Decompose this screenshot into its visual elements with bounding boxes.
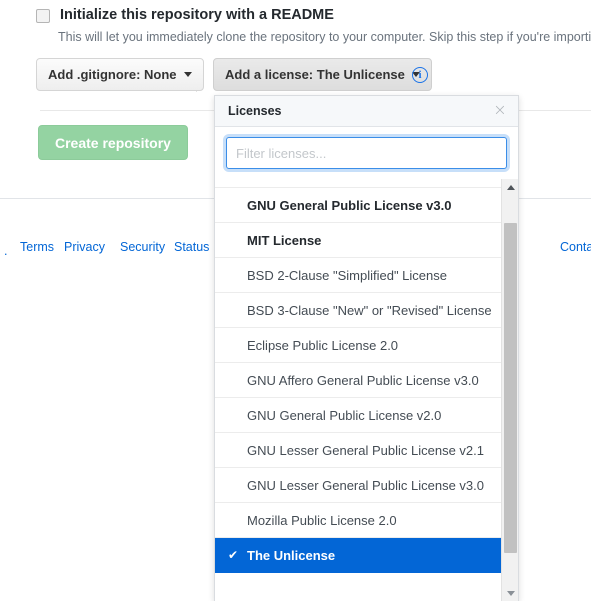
license-list-item[interactable]: ✔ The Unlicense	[215, 538, 503, 573]
footer-link-status[interactable]: Status	[174, 240, 209, 254]
license-list-item[interactable]: GNU Lesser General Public License v3.0	[215, 468, 503, 503]
gitignore-button-label: Add .gitignore: None	[48, 67, 177, 82]
licenses-scrollbar[interactable]	[501, 179, 518, 601]
license-list-item[interactable]: GNU General Public License v2.0	[215, 398, 503, 433]
page-root: Initialize this repository with a README…	[0, 0, 591, 601]
license-list-item-label: GNU Affero General Public License v3.0	[247, 372, 479, 388]
license-list-item[interactable]: MIT License	[215, 223, 503, 258]
license-list-item[interactable]: BSD 2-Clause "Simplified" License	[215, 258, 503, 293]
license-list-item-label: MIT License	[247, 232, 322, 248]
footer-link-security[interactable]: Security	[120, 240, 165, 254]
license-list-item[interactable]: Mozilla Public License 2.0	[215, 503, 503, 538]
readme-help-text: This will let you immediately clone the …	[58, 30, 591, 44]
triangle-down-icon	[506, 591, 515, 596]
license-list-item[interactable]: GNU Affero General Public License v3.0	[215, 363, 503, 398]
chevron-down-icon	[183, 72, 192, 77]
readme-label: Initialize this repository with a README	[60, 7, 334, 23]
licenses-filter-wrapper	[215, 127, 518, 178]
licenses-list: Apache License 2.0 GNU General Public Lic…	[215, 179, 503, 573]
create-repository-label: Create repository	[55, 134, 171, 151]
license-filter-input[interactable]	[226, 137, 507, 169]
licenses-list-viewport: Apache License 2.0 GNU General Public Lic…	[215, 179, 518, 601]
close-icon[interactable]: ×	[492, 102, 508, 119]
licenses-panel-title: Licenses	[228, 104, 282, 118]
license-list-item-label: Eclipse Public License 2.0	[247, 337, 399, 353]
license-list-item-label: GNU General Public License v3.0	[247, 197, 452, 213]
licenses-panel-header: Licenses ×	[215, 96, 518, 127]
license-list-item[interactable]: BSD 3-Clause "New" or "Revised" License	[215, 293, 503, 328]
scroll-down-arrow-icon[interactable]	[502, 585, 518, 601]
readme-checkbox[interactable]	[36, 9, 50, 23]
license-list-item[interactable]: Eclipse Public License 2.0	[215, 328, 503, 363]
license-list-item[interactable]: Apache License 2.0	[215, 179, 503, 188]
licenses-dropdown-panel: Licenses × Apache License 2.0 GNU General…	[214, 95, 519, 601]
license-button-label: Add a license: The Unlicense	[225, 67, 405, 82]
footer-link-contact[interactable]: Conta	[560, 240, 591, 254]
create-repository-button[interactable]: Create repository	[38, 125, 188, 160]
license-list-item[interactable]: GNU Lesser General Public License v2.1	[215, 433, 503, 468]
license-list-item-label: GNU Lesser General Public License v3.0	[247, 477, 485, 493]
info-icon[interactable]: i	[412, 67, 428, 83]
check-icon: ✔	[228, 548, 239, 562]
footer-link-privacy[interactable]: Privacy	[64, 240, 105, 254]
license-list-item-label: The Unlicense	[247, 547, 336, 563]
license-list-item-label: Mozilla Public License 2.0	[247, 512, 397, 528]
license-list-item-label: BSD 2-Clause "Simplified" License	[247, 267, 447, 283]
triangle-up-icon	[506, 185, 515, 190]
license-list-item-label: GNU General Public License v2.0	[247, 407, 442, 423]
license-list-item-label: GNU Lesser General Public License v2.1	[247, 442, 485, 458]
license-list-item[interactable]: GNU General Public License v3.0	[215, 188, 503, 223]
readme-checkbox-row[interactable]: Initialize this repository with a README	[36, 6, 334, 25]
gitignore-dropdown-button[interactable]: Add .gitignore: None	[36, 58, 204, 91]
license-dropdown-button[interactable]: Add a license: The Unlicense	[213, 58, 432, 91]
scroll-up-arrow-icon[interactable]	[502, 179, 518, 196]
scrollbar-thumb[interactable]	[504, 223, 517, 553]
license-list-item-label: BSD 3-Clause "New" or "Revised" License	[247, 302, 492, 318]
footer-link-terms[interactable]: Terms	[20, 240, 54, 254]
footer-leading-dot: .	[4, 244, 8, 258]
